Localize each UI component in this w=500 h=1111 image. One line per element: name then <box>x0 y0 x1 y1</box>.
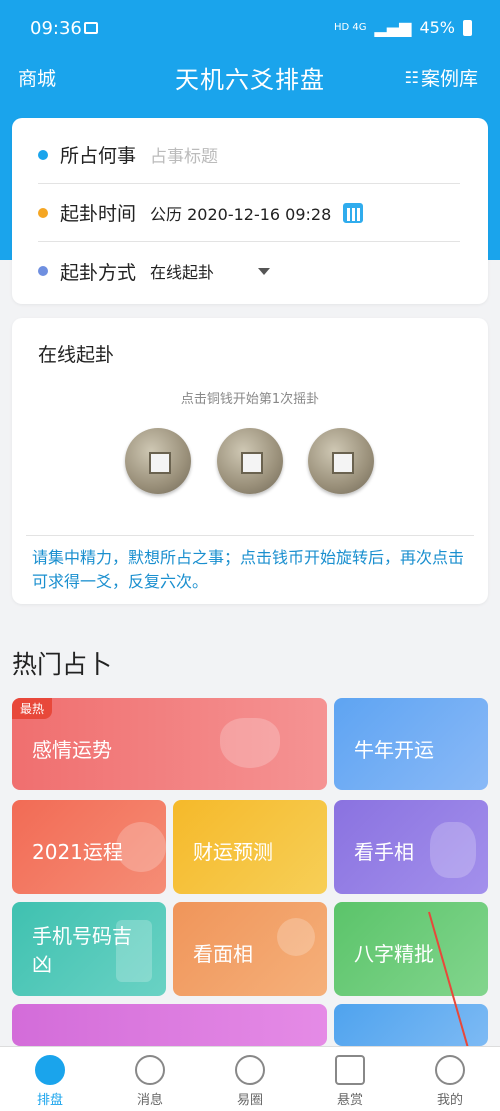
tile-love[interactable]: 最热 感情运势 <box>12 698 327 790</box>
method-value[interactable]: 在线起卦 <box>150 259 214 283</box>
case-icon: ☷ <box>404 68 419 87</box>
tile-bazi[interactable]: 八字精批 <box>334 902 488 996</box>
divination-form: 所占何事 占事标题 起卦时间 公历 2020-12-16 09:28 起卦方式 … <box>12 118 488 304</box>
tile-label: 财运预测 <box>193 840 273 864</box>
method-row[interactable]: 起卦方式 在线起卦 <box>38 242 460 300</box>
hot-section-title: 热门占卜 <box>12 650 113 679</box>
status-bar: 09:36 HD 4G ▂▄▆ 45% <box>0 0 500 58</box>
nav-profile[interactable]: 我的 <box>410 1055 490 1108</box>
time-value[interactable]: 公历 2020-12-16 09:28 <box>150 201 331 225</box>
tile-label: 看面相 <box>193 942 253 966</box>
coin-icon[interactable] <box>308 428 374 494</box>
taiji-icon <box>35 1055 65 1085</box>
tile-label: 八字精批 <box>354 942 434 966</box>
tile-label: 牛年开运 <box>354 738 434 762</box>
face-icon <box>277 918 315 956</box>
online-divination-card: 在线起卦 点击铜钱开始第1次摇卦 请集中精力，默想所占之事；点击钱币开始旋转后，… <box>12 318 488 604</box>
coin-icon[interactable] <box>217 428 283 494</box>
coins-title: 在线起卦 <box>38 344 115 366</box>
star-icon <box>335 1055 365 1085</box>
bottom-nav: 排盘 消息 易圈 悬赏 我的 <box>0 1046 500 1111</box>
battery-text: 45% <box>419 18 455 37</box>
image-icon <box>84 22 98 34</box>
tile-palm[interactable]: 看手相 <box>334 800 488 894</box>
topic-row[interactable]: 所占何事 占事标题 <box>38 126 460 184</box>
tile-phone[interactable]: 手机号码吉凶 <box>12 902 166 996</box>
tile-2021[interactable]: 2021运程 <box>12 800 166 894</box>
shop-link[interactable]: 商城 <box>18 64 56 91</box>
hot-badge: 最热 <box>12 698 53 719</box>
time-label: 起卦时间 <box>60 203 137 225</box>
tile-face[interactable]: 看面相 <box>173 902 327 996</box>
dot-icon <box>38 207 48 218</box>
nav-paipan[interactable]: 排盘 <box>10 1055 90 1108</box>
divider <box>26 535 474 536</box>
network-label: HD 4G <box>334 22 367 33</box>
nav-label: 我的 <box>436 1093 463 1108</box>
nav-label: 排盘 <box>36 1093 63 1108</box>
calendar-icon[interactable] <box>343 202 364 223</box>
nav-label: 悬赏 <box>336 1093 363 1108</box>
dot-icon <box>38 266 48 276</box>
coins-tip: 点击铜钱开始第1次摇卦 <box>180 392 320 407</box>
battery-icon <box>463 19 472 36</box>
app-header: 天机六爻排盘 商城 ☷ 案例库 <box>0 58 500 98</box>
heart-icon <box>220 718 280 768</box>
case-library-label: 案例库 <box>420 68 478 90</box>
coins-note: 请集中精力，默想所占之事；点击钱币开始旋转后，再次点击可求得一爻，反复六次。 <box>32 548 465 591</box>
nav-label: 易圈 <box>236 1093 263 1108</box>
nav-messages[interactable]: 消息 <box>110 1055 190 1108</box>
nav-label: 消息 <box>136 1093 163 1108</box>
nav-circle[interactable]: 易圈 <box>210 1055 290 1108</box>
swirl-icon <box>116 822 166 872</box>
tile-label: 看手相 <box>354 840 414 864</box>
chevron-down-icon[interactable] <box>258 267 271 275</box>
method-label: 起卦方式 <box>60 261 137 284</box>
nav-bounty[interactable]: 悬赏 <box>310 1055 390 1108</box>
case-library-link[interactable]: ☷ 案例库 <box>405 64 478 91</box>
signal-icon: ▂▄▆ <box>374 18 412 37</box>
hand-icon <box>430 822 476 878</box>
topic-input[interactable]: 占事标题 <box>150 142 218 167</box>
tile-label: 2021运程 <box>32 840 123 864</box>
chat-icon <box>135 1055 165 1085</box>
tile-label: 感情运势 <box>32 738 112 762</box>
phone-icon <box>116 920 152 982</box>
status-icons: HD 4G ▂▄▆ 45% <box>334 18 472 37</box>
tile-wealth[interactable]: 财运预测 <box>173 800 327 894</box>
topic-label: 所占何事 <box>60 145 137 167</box>
time-row[interactable]: 起卦时间 公历 2020-12-16 09:28 <box>38 184 460 242</box>
user-icon <box>435 1055 465 1085</box>
circle-icon <box>235 1055 265 1085</box>
coin-icon[interactable] <box>125 428 191 494</box>
tile-career[interactable] <box>12 1004 327 1046</box>
tile-ox-year[interactable]: 牛年开运 <box>334 698 488 790</box>
dot-icon <box>38 149 48 160</box>
status-time: 09:36 <box>30 18 82 39</box>
